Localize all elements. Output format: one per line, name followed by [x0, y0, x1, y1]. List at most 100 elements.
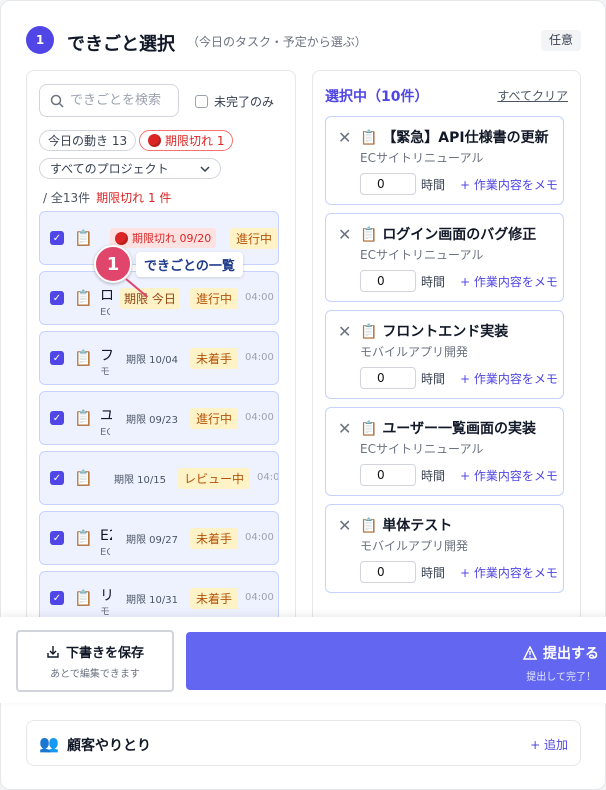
remove-icon[interactable]: ✕	[338, 128, 351, 147]
clipboard-icon: 📋	[74, 529, 93, 547]
add-memo-link[interactable]: + 作業内容をメモ	[460, 176, 558, 193]
task-status: 未着手	[190, 588, 239, 609]
task-time: 04:00	[245, 292, 274, 303]
task-due: 期限 09/23	[126, 415, 178, 426]
submit-label: 提出する	[543, 646, 599, 662]
add-client-link[interactable]: + 追加	[530, 736, 568, 753]
search-input[interactable]	[70, 93, 166, 108]
clipboard-icon: 📋	[74, 349, 93, 367]
task-checkbox[interactable]: ✓	[50, 291, 64, 305]
step-badge: 1	[26, 26, 54, 54]
task-checkbox[interactable]: ✓	[50, 471, 64, 485]
add-memo-link[interactable]: + 作業内容をメモ	[460, 273, 558, 290]
hours-unit: 時間	[421, 566, 446, 580]
task-time: 04:00	[245, 352, 274, 363]
event-list-panel: 未完了のみ 今日の動き 13 期限切れ 1 すべてのプロジェクト / 全13件期…	[26, 70, 296, 630]
submit-button[interactable]: 提出する 提出して完了！	[186, 632, 606, 690]
checkbox-box[interactable]	[195, 95, 208, 108]
task-due-label: 期限切れ 09/20	[132, 232, 212, 245]
task-due: 期限 09/27	[126, 535, 178, 546]
task-checkbox[interactable]: ✓	[50, 531, 64, 545]
save-draft-main: 下書きを保存	[46, 642, 144, 661]
selected-item-project: モバイルアプリ開発	[360, 539, 469, 553]
task-status: 進行中	[190, 288, 239, 309]
chip-overdue[interactable]: 期限切れ 1	[139, 130, 234, 151]
project-select-value: すべてのプロジェクト	[50, 162, 169, 176]
chip-today-activity[interactable]: 今日の動き 13	[39, 130, 137, 151]
search-icon	[50, 94, 64, 108]
clipboard-icon: 📋	[74, 409, 93, 427]
page-title: できごと選択	[67, 34, 175, 55]
remove-icon[interactable]: ✕	[338, 516, 351, 535]
selected-panel: 選択中（10件） すべてクリア ✕ 📋 【緊急】API仕様書の更新 ECサイトリ…	[312, 70, 581, 630]
remove-icon[interactable]: ✕	[338, 322, 351, 341]
selected-item: ✕ 📋 単体テスト モバイルアプリ開発 0 時間 + 作業内容をメモ	[325, 504, 564, 593]
task-status: 進行中	[190, 408, 239, 429]
selected-item-project: ECサイトリニューアル	[360, 442, 484, 456]
callout-text: できごとの一覧	[136, 252, 243, 277]
clipboard-icon: 📋	[74, 469, 93, 487]
remove-icon[interactable]: ✕	[338, 225, 351, 244]
chip-overdue-label: 期限切れ 1	[165, 134, 225, 148]
incomplete-only-checkbox[interactable]: 未完了のみ	[195, 93, 274, 110]
task-checkbox[interactable]: ✓	[50, 591, 64, 605]
selected-item: ✕ 📋 ユーザー一覧画面の実装 ECサイトリニューアル 0 時間 + 作業内容を…	[325, 407, 564, 496]
save-draft-sub: あとで編集できます	[50, 669, 140, 680]
selected-item-title: 📋 ログイン画面のバグ修正	[360, 227, 537, 243]
add-memo-link[interactable]: + 作業内容をメモ	[460, 564, 558, 581]
task-title: フロントエンド実装	[100, 345, 112, 365]
action-footer: 下書きを保存 あとで編集できます 提出する 提出して完了！	[0, 617, 606, 703]
task-project: ECサイトリニューアル	[100, 547, 110, 558]
task-status: 未着手	[190, 528, 239, 549]
task-time: 04:00	[245, 532, 274, 543]
task-row[interactable]: ✓ 📋 フロントエンド実装 モバイルアプリ開発 期限 10/04 未着手 04:…	[39, 331, 279, 385]
task-project: ECサイトリニューアル	[100, 307, 110, 318]
selected-heading: 選択中（10件）	[325, 89, 429, 105]
save-draft-button[interactable]: 下書きを保存 あとで編集できます	[16, 630, 174, 692]
task-checkbox[interactable]: ✓	[50, 351, 64, 365]
task-row[interactable]: ✓ 📋 E2Eテスト ECサイトリニューアル 期限 09/27 未着手 04:0…	[39, 511, 279, 565]
add-memo-link[interactable]: + 作業内容をメモ	[460, 370, 558, 387]
incomplete-only-label: 未完了のみ	[214, 95, 275, 109]
selected-item: ✕ 📋 ログイン画面のバグ修正 ECサイトリニューアル 0 時間 + 作業内容を…	[325, 213, 564, 302]
selected-item: ✕ 📋 フロントエンド実装 モバイルアプリ開発 0 時間 + 作業内容をメモ	[325, 310, 564, 399]
clipboard-icon: 📋	[74, 589, 93, 607]
client-interaction-card: 👥 顧客やりとり + 追加	[26, 720, 581, 766]
hours-unit: 時間	[421, 469, 446, 483]
task-checkbox[interactable]: ✓	[50, 411, 64, 425]
task-title: ログイン画面のバグ修正	[100, 285, 112, 305]
task-row[interactable]: ✓ 📋 ユーザー一覧画面の実装 ECサイトリニューアル 期限 09/23 進行中…	[39, 391, 279, 445]
task-checkbox[interactable]: ✓	[50, 231, 64, 245]
add-memo-link[interactable]: + 作業内容をメモ	[460, 467, 558, 484]
task-due: 期限 10/15	[114, 475, 166, 486]
summary-total: / 全13件	[43, 191, 91, 205]
download-icon	[47, 645, 59, 658]
hours-unit: 時間	[421, 275, 446, 289]
warning-icon	[523, 646, 537, 660]
selected-item-title: 📋 【緊急】API仕様書の更新	[360, 130, 549, 146]
hours-input[interactable]: 0	[360, 270, 416, 292]
submit-sub: 提出して完了！	[526, 672, 596, 683]
clear-all-link[interactable]: すべてクリア	[497, 87, 568, 104]
task-status: レビュー中	[178, 468, 251, 489]
hours-input[interactable]: 0	[360, 464, 416, 486]
task-time: 04:00	[257, 472, 279, 483]
clipboard-icon: 📋	[74, 229, 93, 247]
task-title: ユーザー一覧画面の実装	[100, 405, 112, 425]
hours-input[interactable]: 0	[360, 367, 416, 389]
task-time: 04:00	[245, 592, 274, 603]
save-draft-label: 下書きを保存	[65, 646, 144, 661]
task-title: リリース準備	[100, 585, 112, 605]
summary-overdue: 期限切れ 1 件	[96, 191, 172, 205]
task-row[interactable]: ✓ 📋 期限 10/15 レビュー中 04:00	[39, 451, 279, 505]
remove-icon[interactable]: ✕	[338, 419, 351, 438]
search-box[interactable]	[39, 84, 179, 117]
page-subtitle: （今日のタスク・予定から選ぶ）	[187, 35, 367, 49]
hours-input[interactable]: 0	[360, 173, 416, 195]
project-select[interactable]: すべてのプロジェクト	[39, 158, 221, 179]
people-icon: 👥	[39, 734, 59, 753]
selected-item-title: 📋 単体テスト	[360, 518, 453, 534]
task-title: E2Eテスト	[100, 528, 112, 544]
chevron-down-icon	[200, 165, 210, 172]
hours-input[interactable]: 0	[360, 561, 416, 583]
